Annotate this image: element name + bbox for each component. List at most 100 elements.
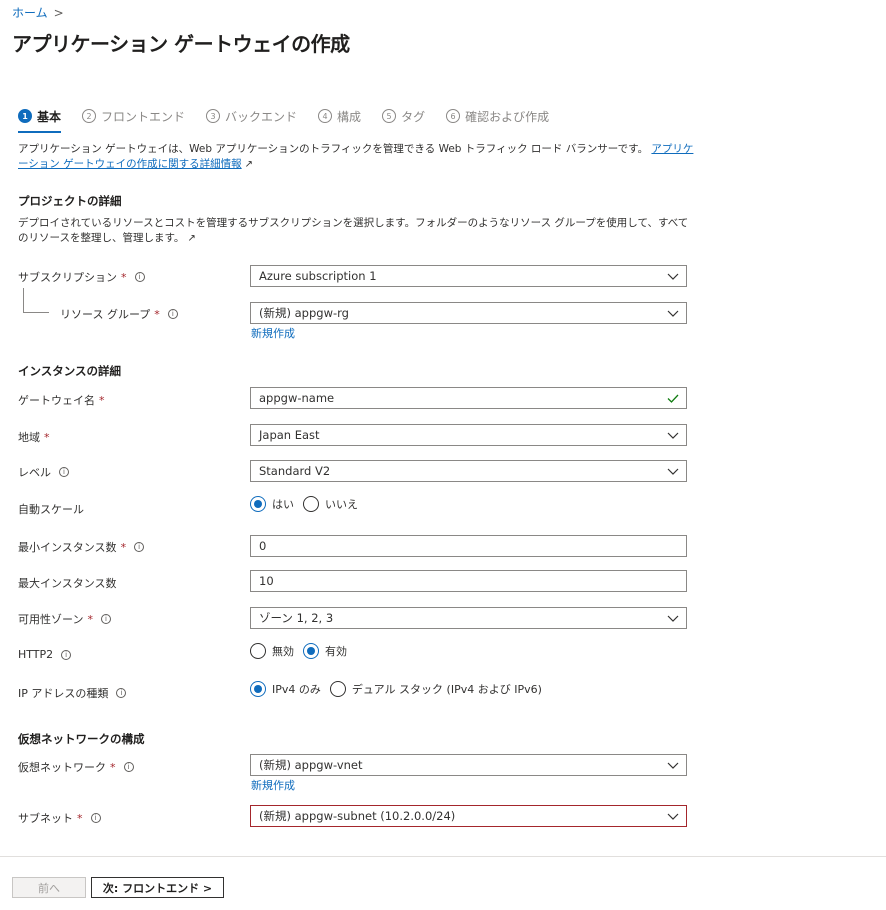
- required-asterisk: *: [120, 540, 127, 554]
- required-asterisk: *: [121, 270, 127, 284]
- subnet-value: (新規) appgw-subnet (10.2.0.0/24): [259, 809, 456, 823]
- autoscale-radio-group: はい いいえ: [250, 496, 367, 512]
- required-asterisk: *: [77, 811, 83, 825]
- tier-label-text: レベル: [18, 466, 51, 479]
- radio-selected-indicator: [250, 496, 266, 512]
- ipv4-only-radio[interactable]: IPv4 のみ: [250, 681, 321, 697]
- tab-basics[interactable]: 1 基本: [18, 105, 62, 133]
- virtual-network-dropdown[interactable]: (新規) appgw-vnet: [250, 754, 687, 776]
- subnet-label: サブネット * i: [18, 810, 101, 826]
- tab-frontend[interactable]: 2 フロントエンド: [82, 105, 185, 127]
- autoscale-yes-radio[interactable]: はい: [250, 496, 294, 512]
- radio-label: 有効: [325, 645, 347, 658]
- resource-group-label: リソース グループ * i: [60, 306, 178, 322]
- info-icon[interactable]: i: [134, 272, 145, 282]
- info-icon[interactable]: i: [116, 688, 127, 698]
- required-asterisk: *: [44, 430, 50, 444]
- instance-details-heading: インスタンスの詳細: [18, 364, 122, 378]
- page-title: アプリケーション ゲートウェイの作成: [12, 32, 350, 56]
- dual-stack-radio[interactable]: デュアル スタック (IPv4 および IPv6): [329, 681, 542, 697]
- external-link-icon: ↗: [244, 159, 254, 170]
- virtual-network-value: (新規) appgw-vnet: [259, 758, 363, 772]
- tab-configuration[interactable]: 4 構成: [318, 105, 361, 127]
- required-asterisk: *: [110, 760, 116, 774]
- external-link-icon: ↗: [187, 233, 196, 244]
- previous-button[interactable]: 前へ: [12, 877, 86, 898]
- radio-indicator: [329, 681, 346, 697]
- region-label-text: 地域: [18, 431, 40, 444]
- autoscale-label: 自動スケール: [18, 503, 84, 516]
- more-options-button[interactable]: ···: [330, 33, 346, 49]
- required-asterisk: *: [99, 393, 105, 407]
- step-number-1: 1: [18, 109, 32, 123]
- subscription-value: Azure subscription 1: [259, 269, 377, 283]
- info-icon[interactable]: i: [167, 309, 178, 319]
- chevron-down-icon: [660, 468, 686, 475]
- step-label: タグ: [401, 109, 426, 124]
- info-icon[interactable]: i: [123, 762, 134, 772]
- max-instances-value: 10: [259, 574, 274, 588]
- info-icon[interactable]: i: [61, 649, 72, 660]
- availability-zone-label-text: 可用性ゾーン: [18, 613, 84, 626]
- step-number-4: 4: [318, 109, 333, 123]
- gateway-name-input[interactable]: appgw-name: [250, 387, 687, 409]
- region-dropdown[interactable]: Japan East: [250, 424, 687, 446]
- http2-disabled-radio[interactable]: 無効: [250, 643, 294, 659]
- max-instances-input[interactable]: 10: [250, 570, 687, 592]
- tier-value: Standard V2: [259, 464, 331, 478]
- create-resource-group-link[interactable]: 新規作成: [251, 325, 295, 341]
- info-icon[interactable]: i: [100, 614, 111, 624]
- create-virtual-network-link[interactable]: 新規作成: [251, 777, 295, 793]
- subscription-dropdown[interactable]: Azure subscription 1: [250, 265, 687, 287]
- radio-label: 無効: [272, 645, 294, 658]
- footer-divider: [0, 856, 886, 857]
- step-number-5: 5: [382, 109, 397, 123]
- chevron-down-icon: [660, 310, 686, 317]
- tier-dropdown[interactable]: Standard V2: [250, 460, 687, 482]
- ip-address-type-label-text: IP アドレスの種類: [18, 687, 109, 700]
- min-instances-input[interactable]: 0: [250, 535, 687, 557]
- step-number-2: 2: [82, 109, 97, 123]
- http2-radio-group: 無効 有効: [250, 643, 356, 659]
- availability-zone-dropdown[interactable]: ゾーン 1, 2, 3: [250, 607, 687, 629]
- info-icon[interactable]: i: [59, 467, 69, 477]
- subnet-dropdown[interactable]: (新規) appgw-subnet (10.2.0.0/24): [250, 805, 687, 827]
- next-frontend-button[interactable]: 次: フロントエンド >: [91, 877, 224, 898]
- radio-label: デュアル スタック (IPv4 および IPv6): [351, 683, 542, 696]
- ip-address-type-radio-group: IPv4 のみ デュアル スタック (IPv4 および IPv6): [250, 681, 551, 697]
- chevron-down-icon: [660, 813, 686, 820]
- http2-label: HTTP2 i: [18, 648, 72, 661]
- availability-zone-label: 可用性ゾーン * i: [18, 611, 111, 627]
- tab-review-create[interactable]: 6 確認および作成: [446, 105, 549, 127]
- autoscale-no-radio[interactable]: いいえ: [303, 496, 358, 512]
- project-details-heading: プロジェクトの詳細: [18, 194, 122, 208]
- radio-selected-indicator: [303, 643, 319, 659]
- chevron-down-icon: [660, 615, 686, 622]
- info-icon[interactable]: i: [134, 542, 145, 552]
- step-label: 構成: [337, 109, 362, 124]
- info-icon[interactable]: i: [90, 813, 101, 823]
- project-description-text: デプロイされているリソースとコストを管理するサブスクリプションを選択します。フォ…: [18, 217, 689, 244]
- chevron-down-icon: [660, 273, 686, 280]
- breadcrumb-home-link[interactable]: ホーム: [12, 6, 48, 20]
- availability-zone-value: ゾーン 1, 2, 3: [259, 611, 334, 625]
- resource-group-dropdown[interactable]: (新規) appgw-rg: [250, 302, 687, 324]
- subscription-label: サブスクリプション * i: [18, 269, 145, 285]
- chevron-down-icon: [660, 432, 686, 439]
- radio-label: いいえ: [325, 498, 358, 511]
- radio-indicator: [250, 643, 266, 659]
- wizard-steps: 1 基本 2 フロントエンド 3 バックエンド 4 構成 5 タグ 6 確認およ…: [18, 105, 570, 133]
- breadcrumb-separator: >: [53, 6, 64, 20]
- http2-label-text: HTTP2: [18, 648, 54, 661]
- region-value: Japan East: [259, 428, 320, 442]
- http2-enabled-radio[interactable]: 有効: [303, 643, 347, 659]
- min-instances-label: 最小インスタンス数 * i: [18, 539, 145, 555]
- gateway-name-value: appgw-name: [259, 391, 335, 405]
- radio-indicator: [303, 496, 319, 512]
- tab-tags[interactable]: 5 タグ: [382, 105, 425, 127]
- step-label: 基本: [37, 109, 62, 124]
- chevron-down-icon: [660, 762, 686, 769]
- tab-backend[interactable]: 3 バックエンド: [206, 105, 297, 127]
- gateway-name-label-text: ゲートウェイ名: [18, 394, 95, 407]
- tier-label: レベル i: [18, 464, 69, 480]
